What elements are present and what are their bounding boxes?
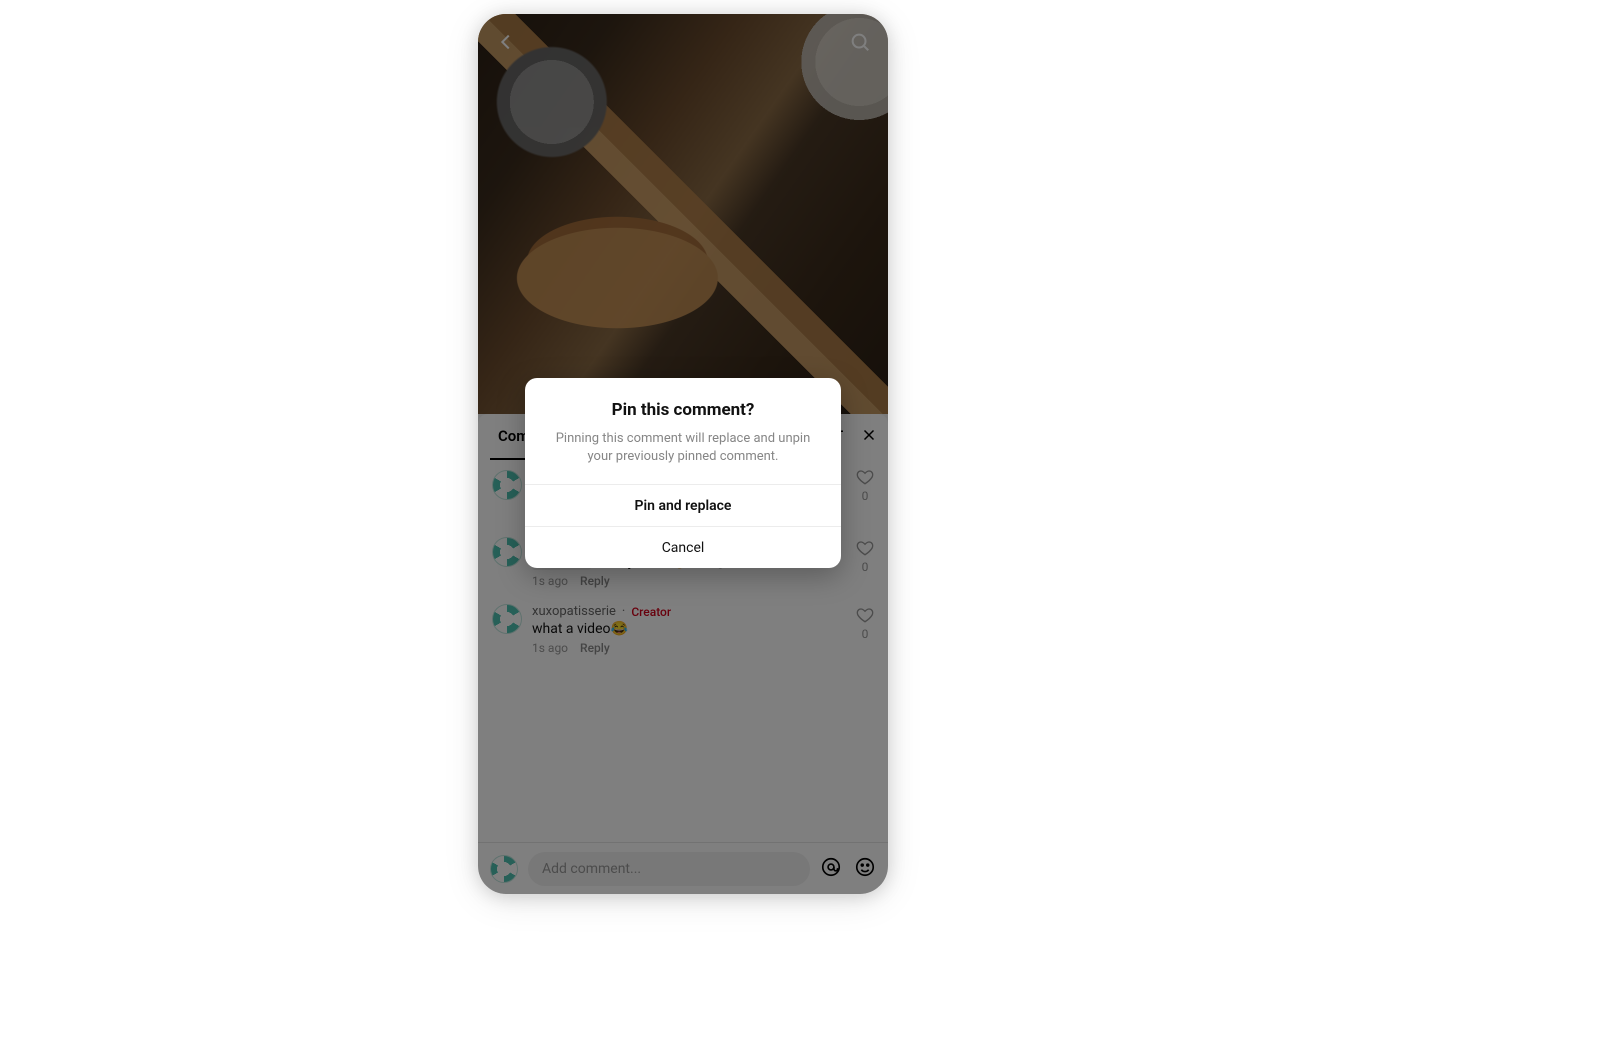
cancel-button[interactable]: Cancel bbox=[525, 526, 841, 568]
modal-description: Pinning this comment will replace and un… bbox=[543, 430, 823, 466]
pin-comment-modal: Pin this comment? Pinning this comment w… bbox=[525, 378, 841, 568]
phone-frame: Comments 3 xuxopatisserie · bbox=[478, 14, 888, 894]
pin-and-replace-button[interactable]: Pin and replace bbox=[525, 484, 841, 526]
modal-title: Pin this comment? bbox=[543, 400, 823, 420]
